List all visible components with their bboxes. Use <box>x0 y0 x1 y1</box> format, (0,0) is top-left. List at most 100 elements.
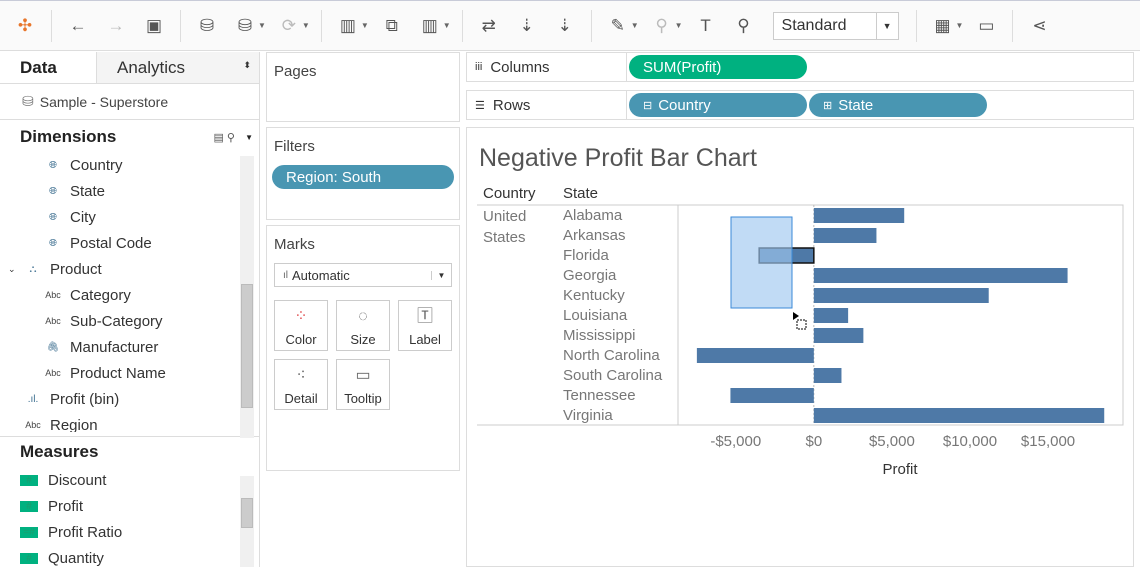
dimension-item[interactable]: 🌐︎ City <box>0 204 259 230</box>
tooltip-button[interactable]: ▭ Tooltip <box>336 359 390 410</box>
dimension-item[interactable]: 🌐︎ Postal Code <box>0 230 259 256</box>
presentation-icon[interactable]: ▭ <box>973 13 999 39</box>
filters-title: Filters <box>274 138 315 155</box>
state-label[interactable]: Kentucky <box>563 287 625 304</box>
dimension-item[interactable]: Abc Product Name <box>0 360 259 386</box>
list-search-icons[interactable]: ▤ ⚲ <box>213 131 235 144</box>
color-button[interactable]: ⁘ Color <box>274 300 328 351</box>
labels-icon[interactable]: T <box>693 13 719 39</box>
dimension-item[interactable]: Abc Region <box>0 412 259 433</box>
pause-updates-icon[interactable]: ⛁ <box>232 13 258 39</box>
bar-north-carolina[interactable] <box>696 348 814 363</box>
redo-icon[interactable]: → <box>103 13 129 39</box>
filters-shelf[interactable]: Filters Region: South <box>266 127 460 220</box>
state-label[interactable]: Arkansas <box>563 227 626 244</box>
data-source[interactable]: ⛁ Sample - Superstore <box>0 84 259 120</box>
tab-data[interactable]: Data <box>0 52 96 83</box>
dimension-label: Product <box>50 260 102 278</box>
state-label[interactable]: Tennessee <box>563 387 636 404</box>
bar-louisiana[interactable] <box>813 308 849 323</box>
fit-select[interactable]: Standard ▼ <box>772 11 899 40</box>
collapse-chevron-icon[interactable]: ⌄ <box>8 264 20 275</box>
label-button[interactable]: 🅃 Label <box>398 300 452 351</box>
dimension-label: State <box>70 182 106 200</box>
country-label[interactable]: United States <box>483 206 543 248</box>
dimension-label: Category <box>70 286 131 304</box>
bar-tennessee[interactable] <box>730 388 814 403</box>
dimension-item[interactable]: ⌄ ⛬ Product <box>0 256 259 282</box>
dimension-label: Sub-Category <box>70 312 163 330</box>
group-icon[interactable]: ⚲ <box>649 13 675 39</box>
bar-arkansas[interactable] <box>813 228 877 243</box>
collapse-icon: ⊟ <box>643 99 653 112</box>
filter-pill[interactable]: Region: South <box>272 165 454 189</box>
pin-icon[interactable]: ⚲ <box>731 13 757 39</box>
measure-item[interactable]: # Discount <box>0 467 259 493</box>
dimension-label: Profit (bin) <box>50 390 120 408</box>
x-tick-label: $5,000 <box>869 433 915 450</box>
state-label[interactable]: Virginia <box>563 407 613 424</box>
state-label[interactable]: Louisiana <box>563 307 628 324</box>
sort-ascending-icon[interactable]: ⇣ <box>514 13 540 39</box>
dimension-label: Product Name <box>70 364 166 382</box>
tableau-logo-icon[interactable]: ✣ <box>12 13 38 39</box>
bar-chart[interactable]: Country State Alabama Arkansas Florida Georgi… <box>467 128 1135 568</box>
state-label[interactable]: Florida <box>563 247 610 264</box>
dimension-item[interactable]: 🌐︎ State <box>0 178 259 204</box>
refresh-icon[interactable]: ⟳ <box>276 13 302 39</box>
sort-descending-icon[interactable]: ⇣ <box>552 13 578 39</box>
columns-pill-sum-profit[interactable]: SUM(Profit) <box>629 55 807 79</box>
bar-georgia[interactable] <box>813 268 1068 283</box>
data-pane: Data Analytics ⬍ ⛁ Sample - Superstore Dim… <box>0 52 260 567</box>
menu-chevron-icon[interactable]: ▼ <box>245 133 253 142</box>
rows-shelf[interactable]: ☰ Rows ⊟ Country ⊞ State <box>466 90 1134 120</box>
tab-analytics[interactable]: Analytics ⬍ <box>96 52 259 83</box>
measures-scrollbar[interactable] <box>240 476 254 567</box>
measure-item[interactable]: # Profit <box>0 493 259 519</box>
clear-sheet-icon[interactable]: ▥ <box>417 13 443 39</box>
columns-shelf[interactable]: iii Columns SUM(Profit) <box>466 52 1134 82</box>
measure-item[interactable]: # Quantity <box>0 545 259 571</box>
state-label[interactable]: Georgia <box>563 267 617 284</box>
detail-button[interactable]: ⁖ Detail <box>274 359 328 410</box>
state-label[interactable]: Alabama <box>563 207 623 224</box>
state-label[interactable]: Mississippi <box>563 327 636 344</box>
bar-mississippi[interactable] <box>813 328 864 343</box>
size-button[interactable]: ◌ Size <box>336 300 390 351</box>
new-worksheet-icon[interactable]: ▥ <box>335 13 361 39</box>
measure-label: Discount <box>48 471 107 489</box>
duplicate-sheet-icon[interactable]: ⧉ <box>379 13 405 39</box>
share-icon[interactable]: ⋖ <box>1026 13 1052 39</box>
tab-analytics-label: Analytics <box>117 58 186 77</box>
bar-south-carolina[interactable] <box>813 368 842 383</box>
x-tick-label: -$5,000 <box>710 433 761 450</box>
hierarchy-icon: ⛬ <box>29 263 37 275</box>
rows-pill-state[interactable]: ⊞ State <box>809 93 987 117</box>
state-label[interactable]: South Carolina <box>563 367 663 384</box>
dimension-item[interactable]: 🖇︎ Manufacturer <box>0 334 259 360</box>
dimension-item[interactable]: .ıl. Profit (bin) <box>0 386 259 412</box>
undo-icon[interactable]: ← <box>65 13 91 39</box>
rows-label: Rows <box>492 96 531 114</box>
rows-pill-country[interactable]: ⊟ Country <box>629 93 807 117</box>
show-me-icon[interactable]: ▦ <box>930 13 956 39</box>
dimension-item[interactable]: 🌐︎ Country <box>0 152 259 178</box>
new-data-source-icon[interactable]: ⛁ <box>194 13 220 39</box>
detail-label: Detail <box>284 391 318 406</box>
bar-alabama[interactable] <box>813 208 905 223</box>
bar-kentucky[interactable] <box>813 288 989 303</box>
dimensions-scrollbar[interactable] <box>240 156 254 438</box>
dimension-item[interactable]: Abc Sub-Category <box>0 308 259 334</box>
highlight-icon[interactable]: ✎ <box>605 13 631 39</box>
measure-item[interactable]: =# Profit Ratio <box>0 519 259 545</box>
swap-icon[interactable]: ⇄ <box>476 13 502 39</box>
mark-type-select[interactable]: ıl Automatic ▼ <box>274 263 452 287</box>
x-tick-label: $10,000 <box>943 433 997 450</box>
bar-virginia[interactable] <box>813 408 1105 423</box>
pages-shelf[interactable]: Pages <box>266 52 460 122</box>
Abc-icon: Abc <box>45 290 61 300</box>
save-icon[interactable]: ▣ <box>141 13 167 39</box>
state-label[interactable]: North Carolina <box>563 347 660 364</box>
dimension-item[interactable]: Abc Category <box>0 282 259 308</box>
measures-heading: Measures <box>20 442 99 461</box>
